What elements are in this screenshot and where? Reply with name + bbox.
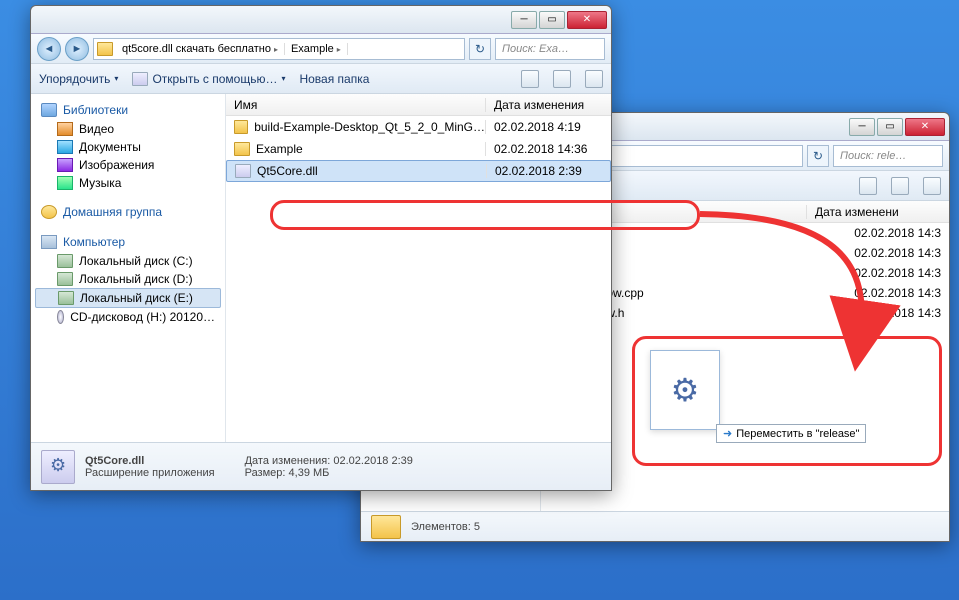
tree-music[interactable]: Музыка (35, 174, 221, 192)
dll-icon (235, 164, 251, 178)
gear-icon (132, 72, 148, 86)
list-item[interactable]: Example 02.02.2018 14:36 (226, 138, 611, 160)
status-text: Элементов: 5 (411, 521, 480, 533)
list-header[interactable]: Имя Дата изменения (226, 94, 611, 116)
toolbar: Упорядочить▾ Открыть с помощью…▾ Новая п… (31, 64, 611, 94)
details-filename: Qt5Core.dll (85, 455, 144, 467)
col-date[interactable]: Дата изменения (486, 98, 611, 112)
drive-icon (58, 291, 74, 305)
list-item[interactable]: build-Example-Desktop_Qt_5_2_0_MinG… 02.… (226, 116, 611, 138)
organize-button[interactable]: Упорядочить▾ (39, 72, 118, 86)
minimize-button[interactable]: ─ (511, 11, 537, 29)
folder-icon (234, 120, 248, 134)
details-pane: Qt5Core.dll Расширение приложения Дата и… (31, 442, 611, 490)
computer-icon (41, 235, 57, 249)
library-icon (41, 103, 57, 117)
close-button[interactable]: ✕ (567, 11, 607, 29)
arrow-right-icon: ➜ (723, 427, 732, 440)
folder-icon (97, 42, 113, 56)
tree-video[interactable]: Видео (35, 120, 221, 138)
close-button[interactable]: ✕ (905, 118, 945, 136)
nav-back-button[interactable]: ◄ (37, 37, 61, 61)
search-input[interactable]: Поиск: rele… (833, 145, 943, 167)
help-button[interactable] (923, 177, 941, 195)
maximize-button[interactable]: ▭ (877, 118, 903, 136)
new-folder-button[interactable]: Новая папка (299, 72, 369, 86)
refresh-button[interactable]: ↻ (469, 38, 491, 60)
drag-preview: ⚙ ➜Переместить в "release" (650, 350, 720, 430)
minimize-button[interactable]: ─ (849, 118, 875, 136)
nav-forward-button[interactable]: ► (65, 37, 89, 61)
help-button[interactable] (585, 70, 603, 88)
crumb[interactable]: qt5core.dll скачать бесплатно▸ (116, 43, 285, 55)
dll-icon (41, 450, 75, 484)
doc-icon (57, 140, 73, 154)
preview-pane-button[interactable] (891, 177, 909, 195)
tree-libraries[interactable]: Библиотеки (35, 100, 221, 120)
breadcrumb[interactable]: qt5core.dll скачать бесплатно▸ Example▸ (93, 38, 465, 60)
homegroup-icon (41, 205, 57, 219)
navbar: ◄ ► qt5core.dll скачать бесплатно▸ Examp… (31, 34, 611, 64)
titlebar[interactable]: ─ ▭ ✕ (31, 6, 611, 34)
tree-documents[interactable]: Документы (35, 138, 221, 156)
drag-thumb: ⚙ (650, 350, 720, 430)
explorer-window-example[interactable]: ─ ▭ ✕ ◄ ► qt5core.dll скачать бесплатно▸… (30, 5, 612, 491)
tree-homegroup[interactable]: Домашняя группа (35, 202, 221, 222)
list-item-qt5core[interactable]: Qt5Core.dll 02.02.2018 2:39 (226, 160, 611, 182)
file-list[interactable]: Имя Дата изменения build-Example-Desktop… (226, 94, 611, 442)
folder-icon (234, 142, 250, 156)
tree-computer[interactable]: Компьютер (35, 232, 221, 252)
tree-drive-c[interactable]: Локальный диск (C:) (35, 252, 221, 270)
view-button[interactable] (859, 177, 877, 195)
drive-icon (57, 254, 73, 268)
refresh-button[interactable]: ↻ (807, 145, 829, 167)
image-icon (57, 158, 73, 172)
search-input[interactable]: Поиск: Exa… (495, 38, 605, 60)
open-with-button[interactable]: Открыть с помощью…▾ (132, 72, 285, 86)
col-date[interactable]: Дата изменени (807, 205, 949, 219)
maximize-button[interactable]: ▭ (539, 11, 565, 29)
view-button[interactable] (521, 70, 539, 88)
nav-tree[interactable]: Библиотеки Видео Документы Изображения М… (31, 94, 226, 442)
col-name[interactable]: Имя (226, 98, 486, 112)
drive-icon (57, 272, 73, 286)
drag-tooltip: ➜Переместить в "release" (716, 424, 866, 443)
cd-icon (57, 310, 64, 324)
preview-pane-button[interactable] (553, 70, 571, 88)
music-icon (57, 176, 73, 190)
tree-drive-e[interactable]: Локальный диск (E:) (35, 288, 221, 308)
crumb[interactable]: Example▸ (285, 43, 348, 55)
tree-drive-d[interactable]: Локальный диск (D:) (35, 270, 221, 288)
statusbar: Элементов: 5 (361, 511, 949, 541)
video-icon (57, 122, 73, 136)
details-type: Расширение приложения (85, 467, 215, 479)
folder-icon (371, 515, 401, 539)
tree-drive-cd[interactable]: CD-дисковод (H:) 20120… (35, 308, 221, 326)
tree-images[interactable]: Изображения (35, 156, 221, 174)
